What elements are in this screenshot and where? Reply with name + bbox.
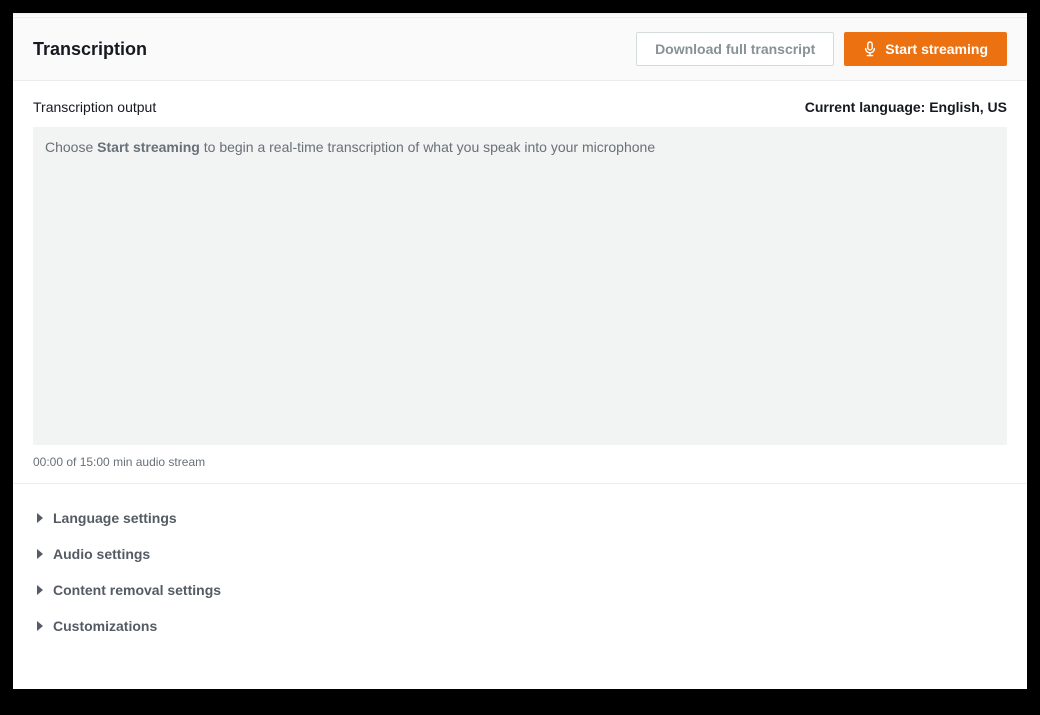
page-title: Transcription bbox=[33, 39, 147, 60]
current-language-label: Current language: English, US bbox=[805, 99, 1007, 115]
section-language-settings[interactable]: Language settings bbox=[33, 500, 1007, 536]
microphone-icon bbox=[863, 41, 877, 57]
caret-right-icon bbox=[37, 621, 43, 631]
placeholder-suffix: to begin a real-time transcription of wh… bbox=[200, 139, 655, 155]
section-label: Customizations bbox=[53, 618, 157, 634]
header-actions: Download full transcript Start streaming bbox=[636, 32, 1007, 66]
section-content-removal-settings[interactable]: Content removal settings bbox=[33, 572, 1007, 608]
transcription-panel: Transcription Download full transcript bbox=[13, 13, 1027, 689]
download-transcript-label: Download full transcript bbox=[655, 39, 815, 59]
audio-stream-timer: 00:00 of 15:00 min audio stream bbox=[33, 455, 1007, 469]
panel-body: Transcription output Current language: E… bbox=[13, 81, 1027, 660]
section-customizations[interactable]: Customizations bbox=[33, 608, 1007, 644]
start-streaming-button[interactable]: Start streaming bbox=[844, 32, 1007, 66]
start-streaming-label: Start streaming bbox=[885, 39, 988, 59]
placeholder-prefix: Choose bbox=[45, 139, 97, 155]
settings-sections: Language settings Audio settings Content… bbox=[33, 484, 1007, 660]
panel-header: Transcription Download full transcript bbox=[13, 18, 1027, 81]
output-label: Transcription output bbox=[33, 99, 156, 115]
section-label: Language settings bbox=[53, 510, 177, 526]
panel-content: Transcription Download full transcript bbox=[13, 17, 1027, 660]
caret-right-icon bbox=[37, 549, 43, 559]
section-label: Audio settings bbox=[53, 546, 150, 562]
output-header-row: Transcription output Current language: E… bbox=[33, 99, 1007, 115]
placeholder-bold: Start streaming bbox=[97, 139, 200, 155]
section-audio-settings[interactable]: Audio settings bbox=[33, 536, 1007, 572]
transcript-output-area: Choose Start streaming to begin a real-t… bbox=[33, 127, 1007, 445]
download-transcript-button[interactable]: Download full transcript bbox=[636, 32, 834, 66]
section-label: Content removal settings bbox=[53, 582, 221, 598]
caret-right-icon bbox=[37, 513, 43, 523]
caret-right-icon bbox=[37, 585, 43, 595]
